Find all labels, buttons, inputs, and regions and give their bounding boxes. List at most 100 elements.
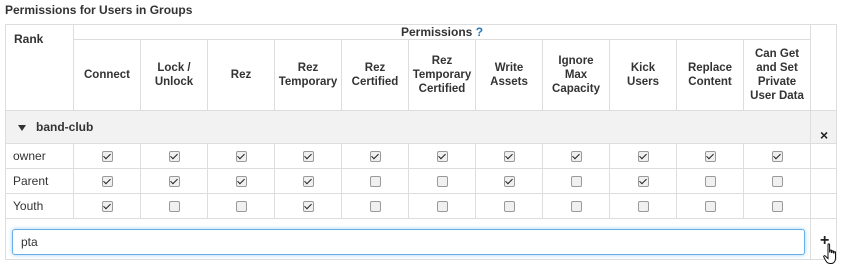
close-icon[interactable]: × (820, 127, 828, 143)
permission-checkbox[interactable] (771, 176, 783, 188)
permission-cell (207, 143, 275, 169)
row-actions-cell (810, 143, 838, 169)
permission-cell (609, 143, 677, 169)
permission-cell (542, 143, 610, 169)
group-row: band-club (4, 110, 838, 144)
column-header-line: Private (757, 76, 797, 88)
permission-cell (676, 143, 744, 169)
permission-checkbox[interactable] (369, 151, 381, 163)
column-header-line: Rez (431, 55, 453, 67)
permission-cell (676, 168, 744, 194)
permission-checkbox[interactable] (235, 201, 247, 213)
permission-checkbox[interactable] (637, 176, 649, 188)
column-header: Ignore Max Capacity (542, 39, 610, 111)
permission-checkbox[interactable] (637, 151, 649, 163)
column-header-line: Rez (230, 69, 252, 81)
permission-cell (609, 168, 677, 194)
permission-cell (742, 143, 812, 169)
new-rank-input[interactable] (12, 229, 805, 255)
rank-rows: owner Parent Youth (5, 143, 838, 219)
permissions-header-label: Permissions (400, 25, 473, 39)
permission-cell (274, 168, 342, 194)
column-header-line: Content (688, 76, 732, 88)
permission-checkbox[interactable] (704, 201, 716, 213)
permission-cell (408, 168, 476, 194)
rank-header: Rank (5, 24, 74, 111)
column-header-line: Assets (490, 76, 528, 88)
permission-cell (408, 193, 476, 219)
rank-name: owner (5, 143, 74, 169)
permission-checkbox[interactable] (369, 201, 381, 213)
permission-checkbox[interactable] (503, 151, 515, 163)
permission-checkbox[interactable] (771, 151, 783, 163)
permission-checkbox[interactable] (168, 201, 180, 213)
permission-cell (341, 193, 409, 219)
column-header-line: Certified (351, 76, 399, 88)
column-header: Connect (73, 39, 141, 111)
permission-checkbox[interactable] (436, 201, 448, 213)
column-header: Rez Temporary Certified (408, 39, 476, 111)
permission-cell (140, 193, 208, 219)
permission-cell (140, 143, 208, 169)
column-header: Kick Users (609, 39, 677, 111)
permission-checkbox[interactable] (235, 176, 247, 188)
permission-checkbox[interactable] (168, 176, 180, 188)
header-spacer (810, 24, 838, 111)
permission-checkbox[interactable] (436, 151, 448, 163)
permission-checkbox[interactable] (570, 176, 582, 188)
group-name: band-club (36, 120, 94, 134)
permission-checkbox[interactable] (503, 201, 515, 213)
row-actions-cell (810, 193, 838, 219)
column-header-line: Temporary (412, 69, 472, 81)
caret-down-icon[interactable] (18, 124, 26, 131)
column-header-line: Rez (297, 62, 319, 74)
permission-cell (542, 168, 610, 194)
column-header-line: Rez (364, 62, 386, 74)
permission-cell (341, 168, 409, 194)
permission-checkbox[interactable] (101, 151, 113, 163)
permission-checkbox[interactable] (101, 176, 113, 188)
permission-checkbox[interactable] (436, 176, 448, 188)
permission-cell (207, 193, 275, 219)
permission-checkbox[interactable] (570, 151, 582, 163)
permission-checkbox[interactable] (503, 176, 515, 188)
permission-cell (475, 168, 543, 194)
permission-checkbox[interactable] (704, 151, 716, 163)
section-title: Permissions for Users in Groups (5, 3, 193, 17)
permission-checkbox[interactable] (235, 151, 247, 163)
permission-checkbox[interactable] (771, 201, 783, 213)
permission-checkbox[interactable] (704, 176, 716, 188)
row-actions-cell (810, 168, 838, 194)
column-header-line: Lock / (157, 62, 191, 74)
column-header-line: Capacity (552, 83, 600, 95)
permission-checkbox[interactable] (637, 201, 649, 213)
permission-cell (207, 168, 275, 194)
column-header: Rez (207, 39, 275, 111)
group-cell[interactable]: band-club (4, 110, 812, 144)
permission-cell (274, 143, 342, 169)
rank-row: owner (5, 143, 838, 169)
column-header-line: Replace (687, 62, 733, 74)
permissions-header: Permissions ? (72, 24, 812, 40)
permission-checkbox[interactable] (302, 201, 314, 213)
column-header-line: Unlock (154, 76, 194, 88)
help-icon[interactable]: ? (476, 25, 483, 39)
permission-cell (140, 168, 208, 194)
permission-cell (475, 193, 543, 219)
column-header: Rez Certified (341, 39, 409, 111)
hand-cursor-icon (823, 243, 836, 264)
permission-checkbox[interactable] (168, 151, 180, 163)
permission-cell (742, 193, 812, 219)
permission-checkbox[interactable] (302, 151, 314, 163)
permission-checkbox[interactable] (101, 201, 113, 213)
permission-cell (73, 168, 141, 194)
column-header-line: Users (627, 76, 659, 88)
permission-cell (475, 143, 543, 169)
permission-checkbox[interactable] (570, 201, 582, 213)
column-header: Rez Temporary (274, 39, 342, 111)
column-header: Replace Content (676, 39, 744, 111)
permissions-table: Rank Permissions ? Connect Lock / Unlock Re… (4, 24, 838, 260)
permission-checkbox[interactable] (369, 176, 381, 188)
permission-checkbox[interactable] (302, 176, 314, 188)
permission-cell (542, 193, 610, 219)
